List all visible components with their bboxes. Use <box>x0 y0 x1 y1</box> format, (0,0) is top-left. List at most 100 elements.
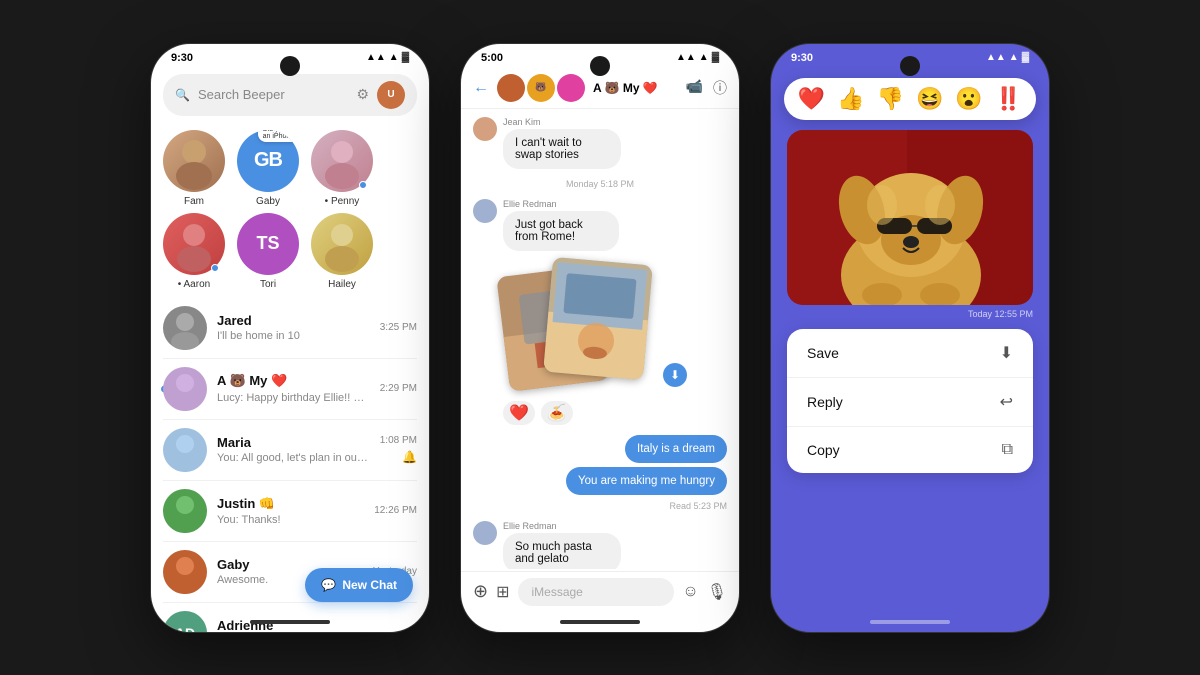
story-penny[interactable]: • Penny <box>311 130 373 207</box>
header-icons: 📹 ⓘ <box>686 78 727 98</box>
story-fam[interactable]: Fam <box>163 130 225 207</box>
chat-meta-maria: 1:08 PM 🔔 <box>380 435 417 464</box>
chat-input-bar: ⊕ ⊞ iMessage ☺ 🎙 <box>461 571 739 612</box>
time-1: 9:30 <box>171 52 193 64</box>
reply-label: Reply <box>807 394 843 410</box>
message-reactions: ❤️ 🍝 <box>503 401 727 425</box>
time-3: 9:30 <box>791 52 813 64</box>
sender-ellie-2: Ellie Redman <box>503 521 661 531</box>
chat-item-adrienne[interactable]: AD Adrienne Omg, that looks so nice! <box>163 603 417 633</box>
chat-info-justin: Justin 👊 You: Thanks! <box>217 496 364 526</box>
react-thumbsup[interactable]: 👍 <box>837 86 864 112</box>
story-label-tori: Tori <box>260 279 276 290</box>
phones-container: 9:30 ▲▲ ▲ ▓ 🔍 Search Beeper ⚙ U Fam <box>130 23 1070 653</box>
chat-item-maria[interactable]: Maria You: All good, let's plan in our m… <box>163 420 417 481</box>
story-gaby[interactable]: GB Did you getan iPhone!? Gaby <box>237 130 299 207</box>
save-icon: ⬇ <box>1000 343 1013 363</box>
chat-preview-justin: You: Thanks! <box>217 514 364 526</box>
react-thumbsdown[interactable]: 👎 <box>877 86 904 112</box>
bubble-ellie-1: Just got back from Rome! <box>503 211 619 251</box>
chat-preview-amy: Lucy: Happy birthday Ellie!! Hope you've… <box>217 391 370 404</box>
reply-icon: ↩ <box>1000 392 1013 412</box>
msg-jean-kim: Jean Kim I can't wait to swap stories <box>473 117 727 169</box>
context-copy[interactable]: Copy ⧉ <box>787 427 1033 473</box>
story-label-gaby: Gaby <box>256 196 280 207</box>
chat-preview-jared: I'll be home in 10 <box>217 330 370 342</box>
phone-chat-window: 5:00 ▲▲ ▲ ▓ ← 🐻 A 🐻 My ❤️ 📹 ⓘ <box>460 43 740 633</box>
chat-name-maria: Maria <box>217 435 370 450</box>
chat-name-amy: A 🐻 My ❤️ <box>217 373 370 389</box>
wifi-icon-3: ▲ <box>1009 52 1019 63</box>
header-avatar-3 <box>557 74 585 102</box>
signal-icon-2: ▲▲ <box>676 52 696 63</box>
photo-card-2 <box>543 256 653 379</box>
info-icon[interactable]: ⓘ <box>713 78 727 98</box>
chat-item-jared[interactable]: Jared I'll be home in 10 3:25 PM <box>163 298 417 359</box>
msg-content-ellie-2: Ellie Redman So much pasta and gelato <box>503 521 661 569</box>
chat-info-amy: A 🐻 My ❤️ Lucy: Happy birthday Ellie!! H… <box>217 373 370 404</box>
react-exclamation[interactable]: ‼️ <box>995 86 1022 112</box>
new-chat-label: New Chat <box>342 578 397 592</box>
add-icon[interactable]: ⊕ <box>473 581 488 602</box>
search-icon: 🔍 <box>175 88 190 102</box>
msg-content-jean: Jean Kim I can't wait to swap stories <box>503 117 661 169</box>
video-call-icon[interactable]: 📹 <box>686 78 703 98</box>
avatar-ellie-2 <box>473 521 497 545</box>
chat-name-jared: Jared <box>217 313 370 328</box>
phone-notch <box>280 56 300 76</box>
message-input[interactable]: iMessage <box>518 578 675 606</box>
timestamp-monday: Monday 5:18 PM <box>473 179 727 189</box>
header-avatars: 🐻 <box>497 74 585 102</box>
story-hailey[interactable]: Hailey <box>311 213 373 290</box>
phone-reaction: 9:30 ▲▲ ▲ ▓ ❤️ 👍 👎 😆 😮 ‼️ <box>770 43 1050 633</box>
download-button[interactable]: ⬇ <box>663 363 687 387</box>
mute-icon: 🔔 <box>402 450 417 464</box>
chat-item-justin[interactable]: Justin 👊 You: Thanks! 12:26 PM <box>163 481 417 542</box>
react-heart[interactable]: ❤️ <box>798 86 825 112</box>
back-button[interactable]: ← <box>473 79 489 97</box>
sender-jean: Jean Kim <box>503 117 661 127</box>
sticker-icon[interactable]: ⊞ <box>496 582 509 602</box>
wifi-icon: ▲ <box>389 52 399 63</box>
copy-icon: ⧉ <box>1002 441 1013 459</box>
battery-icon-2: ▓ <box>712 52 719 63</box>
battery-icon-3: ▓ <box>1022 52 1029 63</box>
avatar-jean <box>473 117 497 141</box>
home-indicator-3 <box>870 620 950 624</box>
context-menu: Save ⬇ Reply ↩ Copy ⧉ <box>787 329 1033 473</box>
chat-bubble-icon: 💬 <box>321 578 336 592</box>
reaction-popup: ❤️ 👍 👎 😆 😮 ‼️ <box>784 78 1036 120</box>
react-laugh[interactable]: 😆 <box>916 86 943 112</box>
story-aaron[interactable]: • Aaron <box>163 213 225 290</box>
story-tori[interactable]: TS Tori <box>237 213 299 290</box>
search-bar[interactable]: 🔍 Search Beeper ⚙ U <box>163 74 417 116</box>
chat-item-amy[interactable]: A 🐻 My ❤️ Lucy: Happy birthday Ellie!! H… <box>163 359 417 420</box>
sender-ellie: Ellie Redman <box>503 199 658 209</box>
story-row-2: • Aaron TS Tori Hailey <box>151 205 429 298</box>
unread-dot-penny <box>359 181 367 189</box>
story-label-hailey: Hailey <box>328 279 356 290</box>
home-indicator-2 <box>560 620 640 624</box>
react-surprised[interactable]: 😮 <box>955 86 982 112</box>
phone-chat-list: 9:30 ▲▲ ▲ ▓ 🔍 Search Beeper ⚙ U Fam <box>150 43 430 633</box>
chat-title: A 🐻 My ❤️ <box>593 81 678 95</box>
emoji-icon[interactable]: ☺ <box>682 583 698 601</box>
reaction-heart[interactable]: ❤️ <box>503 401 535 425</box>
copy-label: Copy <box>807 442 840 458</box>
context-save[interactable]: Save ⬇ <box>787 329 1033 378</box>
story-badge: Did you getan iPhone!? <box>258 130 299 142</box>
status-icons-2: ▲▲ ▲ ▓ <box>676 52 719 63</box>
chat-time-jared: 3:25 PM <box>380 322 417 333</box>
reaction-pasta[interactable]: 🍝 <box>541 401 573 425</box>
voice-icon[interactable]: 🎙 <box>707 582 727 602</box>
msg-ellie-1: Ellie Redman Just got back from Rome! <box>473 199 727 251</box>
story-label-penny: • Penny <box>325 196 360 207</box>
phone-notch-3 <box>900 56 920 76</box>
context-reply[interactable]: Reply ↩ <box>787 378 1033 427</box>
input-placeholder: iMessage <box>532 585 583 599</box>
messages-area: Jean Kim I can't wait to swap stories Mo… <box>461 109 739 569</box>
signal-icon: ▲▲ <box>366 52 386 63</box>
avatar-ellie <box>473 199 497 223</box>
new-chat-button[interactable]: 💬 New Chat <box>305 568 413 602</box>
status-icons-3: ▲▲ ▲ ▓ <box>986 52 1029 63</box>
